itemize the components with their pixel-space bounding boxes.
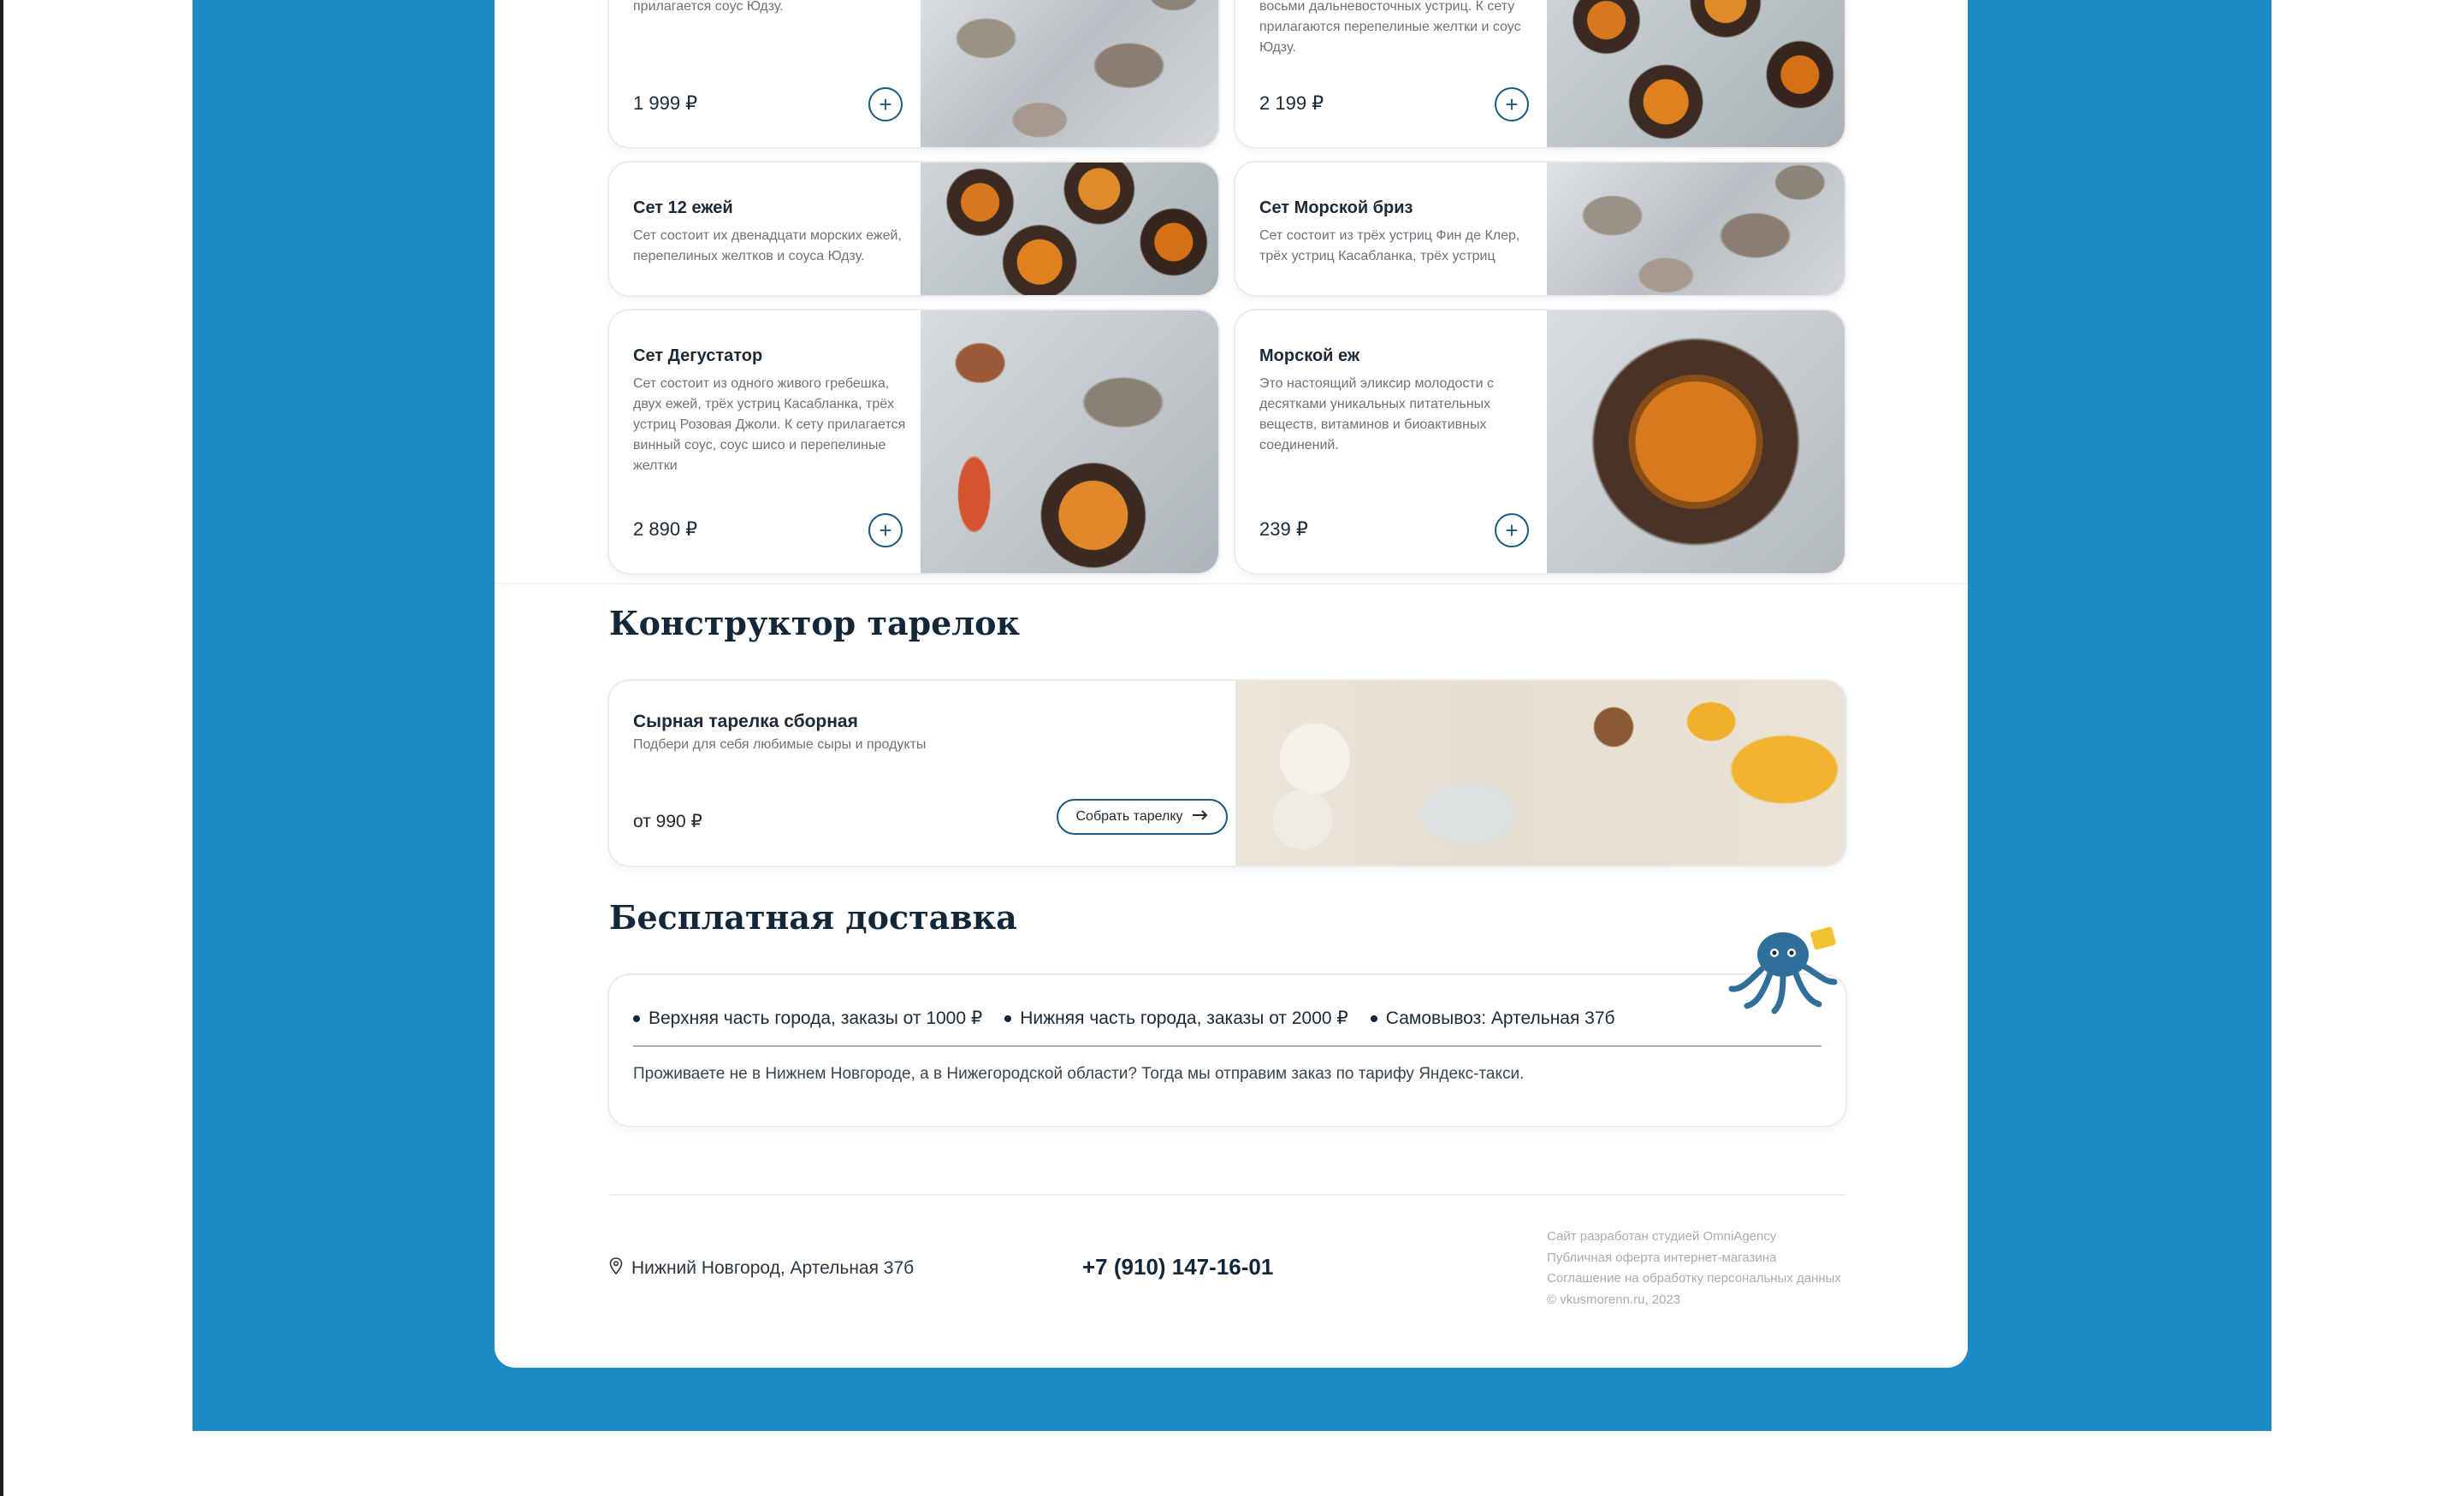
arrow-right-icon (1192, 809, 1209, 825)
build-plate-button[interactable]: Собрать тарелку (1057, 799, 1228, 835)
bullet-icon (1370, 1014, 1377, 1022)
product-price: 239 ₽ (1259, 518, 1308, 540)
product-card[interactable]: восьми дальневосточных устриц. К сету пр… (1235, 0, 1845, 147)
cheese-plate-image (1235, 681, 1845, 866)
product-price: 1 999 ₽ (633, 92, 698, 114)
add-to-cart-button[interactable]: + (1495, 513, 1529, 547)
plate-constructor-card[interactable]: Сырная тарелка сборная Подбери для себя … (609, 681, 1845, 866)
product-name: Сет Дегустатор (633, 346, 763, 365)
footer-address[interactable]: Нижний Новгород, Артельная 37б (609, 1257, 914, 1280)
product-name: Сет Морской бриз (1259, 198, 1413, 217)
delivery-option: Верхняя часть города, заказы от 1000 ₽ (633, 1008, 982, 1029)
product-image[interactable] (921, 163, 1218, 295)
developer-link[interactable]: Сайт разработан студией OmniAgency (1547, 1227, 1841, 1248)
product-image[interactable] (921, 0, 1218, 147)
footer-links: Сайт разработан студией OmniAgency Публи… (1547, 1227, 1841, 1310)
add-to-cart-button[interactable]: + (1495, 87, 1529, 121)
product-name: Сет 12 ежей (633, 198, 733, 217)
content-sheet: прилагается соус Юдзу. 1 999 ₽ + восьми … (495, 0, 1968, 1368)
plus-circle-icon: + (1505, 517, 1519, 543)
section-divider (495, 583, 1968, 584)
build-plate-label: Собрать тарелку (1075, 809, 1183, 824)
product-description: Сет состоит из одного живого гребешка, д… (633, 376, 906, 473)
delivery-note: Проживаете не в Нижнем Новгороде, а в Ни… (633, 1065, 1525, 1083)
delivery-info-card: Верхняя часть города, заказы от 1000 ₽ Н… (609, 975, 1845, 1126)
plate-price: от 990 ₽ (633, 812, 702, 831)
delivery-divider (633, 1045, 1821, 1047)
footer-phone[interactable]: +7 (910) 147-16-01 (1082, 1254, 1273, 1280)
product-description: Это настоящий эликсир молодости с десятк… (1259, 376, 1495, 452)
delivery-option: Самовывоз: Артельная 37б (1370, 1008, 1615, 1029)
add-to-cart-button[interactable]: + (868, 513, 903, 547)
add-to-cart-button[interactable]: + (868, 87, 903, 121)
privacy-link[interactable]: Соглашение на обработку персональных дан… (1547, 1268, 1841, 1290)
plus-circle-icon: + (879, 517, 892, 543)
plate-name: Сырная тарелка сборная (633, 712, 858, 731)
product-card[interactable]: Сет Дегустатор Сет состоит из одного жив… (609, 310, 1218, 573)
delivery-title: Бесплатная доставка (609, 898, 1017, 937)
bullet-icon (633, 1014, 640, 1022)
product-price: 2 199 ₽ (1259, 92, 1324, 114)
product-image[interactable] (1547, 0, 1845, 147)
product-card[interactable]: Сет 12 ежей Сет состоит их двенадцати мо… (609, 163, 1218, 295)
plus-circle-icon: + (879, 92, 892, 117)
delivery-options: Верхняя часть города, заказы от 1000 ₽ Н… (633, 1008, 1615, 1029)
product-name: Морской еж (1259, 346, 1360, 365)
map-pin-icon (609, 1257, 623, 1280)
offer-link[interactable]: Публичная оферта интернет-магазина (1547, 1248, 1841, 1269)
window-edge (0, 0, 3, 1496)
product-card[interactable]: Сет Морской бриз Сет состоит из трёх уст… (1235, 163, 1845, 295)
plus-circle-icon: + (1505, 92, 1519, 117)
copyright: © vkusmorenn.ru, 2023 (1547, 1292, 1681, 1307)
product-description: Сет состоит их двенадцати морских ежей, … (633, 228, 902, 263)
product-card[interactable]: прилагается соус Юдзу. 1 999 ₽ + (609, 0, 1218, 147)
bullet-icon (1004, 1014, 1012, 1022)
product-description: Сет состоит из трёх устриц Фин де Клер, … (1259, 228, 1520, 263)
delivery-option: Нижняя часть города, заказы от 2000 ₽ (1004, 1008, 1348, 1029)
plate-description: Подбери для себя любимые сыры и продукты (633, 737, 927, 752)
constructor-title: Конструктор тарелок (609, 604, 1020, 642)
product-image[interactable] (921, 310, 1218, 573)
octopus-icon (1723, 922, 1843, 1016)
footer-divider (609, 1194, 1845, 1196)
product-image[interactable] (1547, 310, 1845, 573)
address-text: Нижний Новгород, Артельная 37б (631, 1258, 915, 1278)
product-price: 2 890 ₽ (633, 518, 698, 540)
product-description: восьми дальневосточных устриц. К сету пр… (1259, 0, 1521, 55)
product-card[interactable]: Морской еж Это настоящий эликсир молодос… (1235, 310, 1845, 573)
product-description: прилагается соус Юдзу. (633, 0, 784, 14)
product-image[interactable] (1547, 163, 1845, 295)
